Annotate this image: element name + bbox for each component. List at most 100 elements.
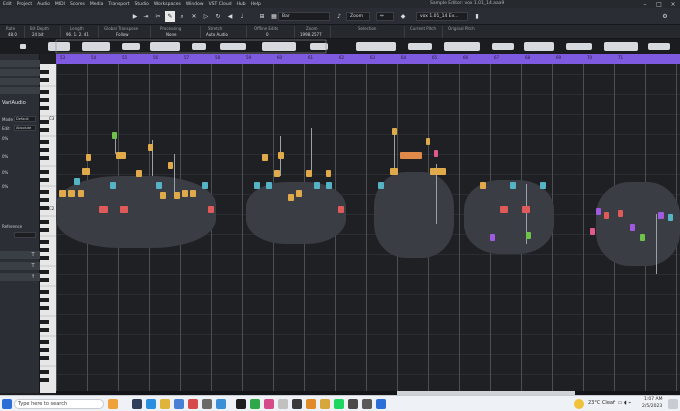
note-segment[interactable] — [540, 182, 546, 189]
inspector-row[interactable] — [0, 69, 40, 76]
app-icon[interactable] — [320, 399, 330, 409]
note-segment[interactable] — [190, 190, 196, 197]
note-segment[interactable] — [590, 228, 595, 235]
office-icon[interactable] — [188, 399, 198, 409]
note-segment[interactable] — [288, 194, 294, 201]
info-value[interactable]: 1998.2577 — [300, 32, 322, 37]
note-segment[interactable] — [182, 190, 188, 197]
zoom-select[interactable]: Zoom — [346, 12, 370, 21]
task-view-icon[interactable] — [108, 399, 118, 409]
note-segment[interactable] — [82, 168, 90, 175]
t-button[interactable]: T — [29, 263, 37, 270]
note-segment[interactable] — [640, 234, 645, 241]
windows-start-icon[interactable] — [2, 399, 12, 409]
note-segment[interactable] — [68, 190, 75, 197]
note-segment[interactable] — [74, 178, 80, 185]
scissors-icon[interactable]: ✂ — [153, 11, 163, 22]
edge-icon[interactable] — [146, 399, 156, 409]
overview-line[interactable] — [0, 39, 680, 54]
app-icon[interactable] — [292, 399, 302, 409]
app-icon[interactable] — [362, 399, 372, 409]
note-segment[interactable] — [99, 206, 108, 213]
range-icon[interactable]: ⇥ — [141, 11, 151, 22]
object-select-icon[interactable]: ▶ — [130, 11, 140, 22]
chrome-icon[interactable] — [250, 399, 260, 409]
snap-type-select[interactable]: Bar — [278, 12, 330, 21]
note-segment[interactable] — [174, 192, 180, 199]
note-segment[interactable] — [59, 190, 66, 197]
note-segment[interactable] — [500, 206, 508, 213]
app-icon[interactable] — [264, 399, 274, 409]
mode-select[interactable]: Default — [14, 116, 36, 122]
pct-value[interactable]: 0% — [2, 170, 8, 175]
menu-project[interactable]: Project — [17, 2, 32, 7]
note-segment[interactable] — [618, 210, 623, 217]
note-segment[interactable] — [630, 224, 635, 231]
edit-select[interactable]: Absolute — [14, 125, 36, 131]
note-segment[interactable] — [86, 154, 91, 161]
note-segment[interactable] — [156, 182, 162, 189]
note-segment[interactable] — [116, 152, 126, 159]
store-icon[interactable] — [174, 399, 184, 409]
reference-select[interactable] — [14, 232, 36, 238]
note-segment[interactable] — [658, 212, 664, 219]
note-segment[interactable] — [596, 208, 601, 215]
menu-media[interactable]: Media — [90, 2, 104, 7]
info-value[interactable]: 48.0 — [8, 32, 17, 37]
note-segment[interactable] — [296, 190, 302, 197]
inspector-row[interactable] — [0, 60, 40, 67]
note-segment[interactable] — [378, 182, 384, 189]
notification-icon[interactable] — [668, 399, 678, 409]
note-segment[interactable] — [136, 170, 142, 177]
menu-window[interactable]: Window — [186, 2, 204, 7]
note-segment[interactable] — [168, 162, 173, 169]
menu-studio[interactable]: Studio — [135, 2, 149, 7]
tray-icons[interactable]: ⌃ ▭ ◖ ⌁ — [612, 400, 631, 406]
pitch-editor-canvas[interactable] — [56, 64, 680, 393]
app-icon[interactable] — [202, 399, 212, 409]
note-segment[interactable] — [202, 182, 208, 189]
ruler[interactable]: 53 54 55 56 57 58 59 60 61 62 63 64 65 6… — [56, 54, 680, 64]
metronome-icon[interactable]: ♩ — [237, 11, 247, 22]
clock-time[interactable]: 1:07 AM — [644, 397, 663, 402]
vlc-icon[interactable] — [306, 399, 316, 409]
pct-value[interactable]: 0% — [2, 184, 8, 189]
spotify-icon[interactable] — [334, 399, 344, 409]
menu-workspaces[interactable]: Workspaces — [154, 2, 181, 7]
note-segment[interactable] — [400, 152, 422, 159]
draw-icon[interactable]: ✎ — [165, 11, 175, 22]
mail-icon[interactable] — [216, 399, 226, 409]
weather-text[interactable]: 23°C Clear — [588, 400, 615, 406]
info-value[interactable]: Auto Audio — [206, 32, 228, 37]
menu-vst-cloud[interactable]: VST Cloud — [209, 2, 232, 7]
cubase-icon[interactable] — [236, 399, 246, 409]
piano-keyboard[interactable]: C3 C2 — [40, 64, 56, 393]
note-segment[interactable] — [434, 150, 438, 157]
info-value[interactable]: Follow — [116, 32, 129, 37]
app-icon[interactable] — [348, 399, 358, 409]
note-segment[interactable] — [526, 232, 531, 239]
note-segment[interactable] — [208, 206, 214, 213]
color-icon[interactable]: ◆ — [398, 11, 408, 22]
menu-audio[interactable]: Audio — [37, 2, 50, 7]
note-segment[interactable] — [522, 206, 530, 213]
menu-hub[interactable]: Hub — [237, 2, 246, 7]
clock-date[interactable]: 2/5/2023 — [642, 404, 662, 409]
menu-help[interactable]: Help — [251, 2, 261, 7]
menu-transport[interactable]: Transport — [108, 2, 129, 7]
settings-icon[interactable]: ⚙ — [660, 11, 670, 22]
pct-value[interactable]: 0% — [2, 154, 8, 159]
info-value[interactable]: 0 — [266, 32, 269, 37]
note-segment[interactable] — [430, 168, 446, 175]
zoom-tool-icon[interactable]: ⌕ — [177, 11, 187, 22]
quantize-icon[interactable]: ♪ — [334, 11, 344, 22]
maximize-icon[interactable]: □ — [652, 0, 666, 8]
nudge-select[interactable]: ⇔ — [376, 12, 394, 21]
up-button[interactable]: ↑ — [29, 274, 37, 281]
t-button[interactable]: T — [29, 252, 37, 259]
pct-value[interactable]: 0% — [2, 136, 8, 141]
event-name-field[interactable]: vox 1.01_14 Ev... — [416, 12, 468, 21]
close-icon[interactable]: × — [666, 0, 680, 8]
note-segment[interactable] — [604, 212, 609, 219]
app-icon[interactable] — [278, 399, 288, 409]
